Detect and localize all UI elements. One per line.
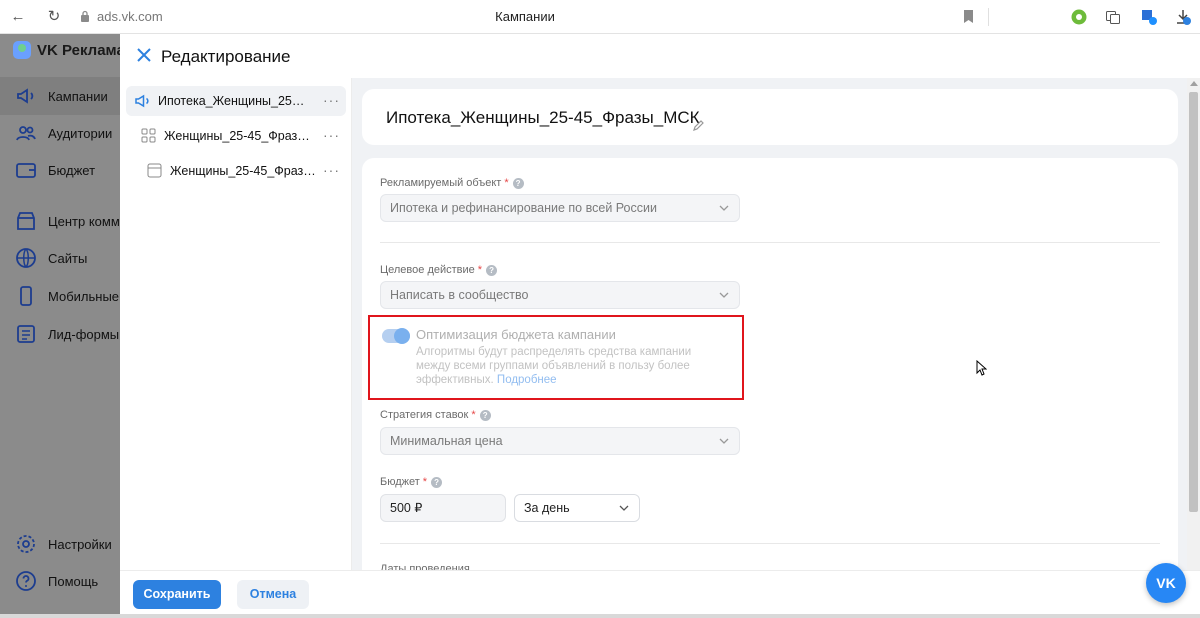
section-divider [380,242,1160,243]
form-icon [17,325,35,343]
campaign-name[interactable]: Ипотека_Женщины_25-45_Фразы_МСК [386,108,700,128]
scroll-up-arrow-icon[interactable] [1190,81,1198,86]
close-icon[interactable] [135,46,153,64]
browser-toolbar: ← ↻ ads.vk.com Кампании [0,0,1200,34]
sidebar-item-audiences[interactable]: Аудитории [0,114,120,152]
strategy-select-value: Минимальная цена [390,434,503,448]
more-icon[interactable]: ··· [323,92,340,108]
brand-name: VK Реклама [37,41,125,59]
brand-logo[interactable]: VK Реклама [13,41,125,59]
strategy-field-label: Стратегия ставок *? [380,409,491,421]
budget-optimization-description: Алгоритмы будут распределять средства ка… [416,345,726,387]
help-icon[interactable]: ? [486,264,498,276]
gear-icon [17,535,35,553]
vk-ads-logo-icon [13,41,31,59]
sidebar-item-label: Мобильные п [48,288,120,304]
sidebar-item-mobile-apps[interactable]: Мобильные п [0,277,120,315]
budget-label-text: Бюджет [380,476,420,488]
strategy-select[interactable]: Минимальная цена [380,427,740,455]
more-icon[interactable]: ··· [323,162,340,178]
sidebar-item-label: Центр комме [48,213,120,229]
budget-period-select[interactable]: За день [514,494,640,522]
download-icon[interactable] [1175,9,1191,25]
chevron-down-icon [719,292,729,298]
action-select[interactable]: Написать в сообщество [380,281,740,309]
tree-item-label: Женщины_25-45_Фразы_МСК [170,164,320,178]
tab-title: Кампании [495,9,555,24]
required-mark: * [477,264,483,276]
more-icon[interactable]: ··· [323,127,340,143]
budget-field-label: Бюджет *? [380,476,443,488]
toolbar-divider [988,8,989,26]
cancel-button[interactable]: Отмена [237,580,309,609]
action-label-text: Целевое действие [380,264,475,276]
action-select-value: Написать в сообщество [390,288,529,302]
sidebar-item-label: Сайты [48,250,88,266]
save-button[interactable]: Сохранить [133,580,221,609]
tree-item-label: Ипотека_Женщины_25-45_Фразы_МСК [158,94,308,108]
sidebar-item-campaigns[interactable]: Кампании [0,77,120,115]
megaphone-icon [135,94,149,108]
object-label-text: Рекламируемый объект [380,177,502,189]
help-icon[interactable]: ? [512,177,524,189]
shop-icon [17,212,35,230]
globe-icon [16,248,36,268]
scrollbar-thumb[interactable] [1189,92,1198,512]
help-icon[interactable]: ? [479,409,491,421]
profile-icon[interactable] [1141,9,1157,25]
sidebar-item-settings[interactable]: Настройки [0,525,120,563]
tree-item-ad-group[interactable]: Женщины_25-45_Фразы_МСК ··· [126,121,346,151]
sidebar-item-lead-forms[interactable]: Лид-формы [0,315,120,353]
learn-more-link[interactable]: Подробнее [497,374,557,386]
sidebar-item-label: Кампании [48,88,108,104]
sidebar-item-label: Настройки [48,536,112,552]
window-bottom-edge [0,614,1200,618]
object-select-value: Ипотека и рефинансирование по всей Росси… [390,201,657,215]
object-field-label: Рекламируемый объект *? [380,177,524,189]
campaign-name-card: Ипотека_Женщины_25-45_Фразы_МСК [362,89,1178,145]
tree-item-ad[interactable]: Женщины_25-45_Фразы_МСК ··· [126,156,346,186]
help-icon[interactable]: ? [431,476,443,488]
sidebar-item-sites[interactable]: Сайты [0,239,120,277]
vk-chat-button[interactable]: VK [1146,563,1186,603]
sidebar-item-label: Бюджет [48,162,96,178]
required-mark: * [471,409,476,421]
bookmark-icon[interactable] [963,10,974,23]
mouse-cursor-icon [976,360,987,376]
sidebar-item-budget[interactable]: Бюджет [0,151,120,189]
campaign-tree: Ипотека_Женщины_25-45_Фразы_МСК ··· Женщ… [120,78,352,570]
chevron-down-icon [719,438,729,444]
sidebar-item-label: Помощь [48,573,99,589]
people-icon [16,126,36,141]
tree-item-label: Женщины_25-45_Фразы_МСК [164,129,314,143]
card-icon [147,163,162,178]
extension-icon[interactable] [1071,9,1087,25]
strategy-label-text: Стратегия ставок [380,409,469,421]
collections-icon[interactable] [1105,9,1121,25]
wallet-icon [16,163,36,178]
action-field-label: Целевое действие *? [380,264,498,276]
section-divider [380,543,1160,544]
pencil-icon[interactable] [692,119,705,132]
object-select[interactable]: Ипотека и рефинансирование по всей Росси… [380,194,740,222]
chevron-down-icon [719,205,729,211]
sidebar-item-label: Аудитории [48,125,113,141]
budget-period-value: За день [524,501,570,515]
grid-icon [141,128,156,143]
budget-optimization-toggle[interactable] [382,328,410,344]
chevron-down-icon [619,505,629,511]
megaphone-icon [17,88,34,104]
page-title: Редактирование [161,47,291,66]
budget-input[interactable]: 500 ₽ [380,494,506,522]
required-mark: * [504,177,509,189]
required-mark: * [422,476,428,488]
sidebar-item-help[interactable]: Помощь [0,562,120,600]
phone-icon [20,286,32,306]
sidebar-item-commerce[interactable]: Центр комме [0,202,120,240]
budget-optimization-title: Оптимизация бюджета кампании [416,327,616,342]
tree-item-campaign[interactable]: Ипотека_Женщины_25-45_Фразы_МСК ··· [126,86,346,116]
sidebar-item-label: Лид-формы [48,326,120,342]
help-icon [16,571,36,591]
